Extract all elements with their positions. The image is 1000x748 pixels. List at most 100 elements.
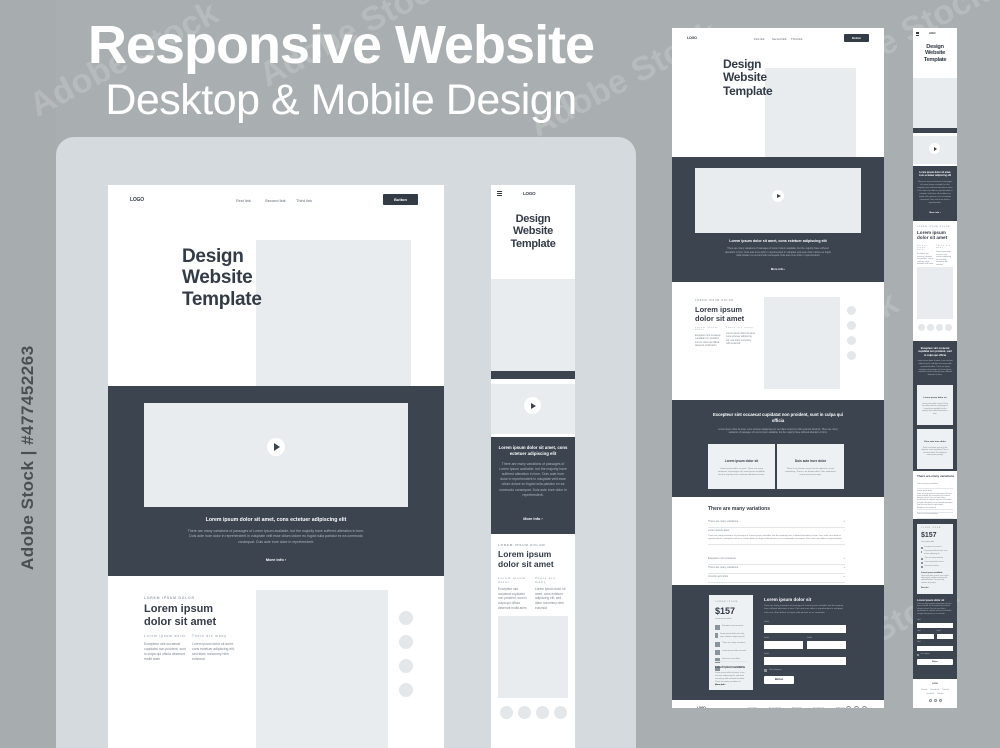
logo[interactable]: LOGO [929, 32, 935, 35]
accordion-item[interactable]: Lorem ipsum dolor − There are many varia… [708, 529, 845, 546]
play-icon [531, 402, 536, 409]
video-more-link[interactable]: More info › [236, 557, 316, 562]
play-button[interactable] [929, 143, 940, 154]
form-field-label: Label [764, 620, 769, 623]
social-icon-3[interactable] [862, 706, 867, 708]
checkbox[interactable] [917, 653, 919, 656]
excepteur-card[interactable]: Lorem ipsum dolor sit Lorem ipsum dolor … [708, 444, 775, 489]
form-submit-button[interactable]: Button [917, 658, 953, 665]
accordion-item[interactable]: Excepteur sint occaecat [917, 507, 953, 513]
feature-dot[interactable] [927, 324, 934, 331]
form-submit-button[interactable]: Button [764, 675, 794, 684]
nav-link-1[interactable]: First link [754, 37, 764, 41]
checkbox[interactable] [764, 668, 767, 672]
nav-link-2[interactable]: Second link [265, 198, 286, 203]
form-input-4[interactable] [764, 656, 846, 665]
pricing-feature-label: Lorem ipsum dolor sit amet [924, 562, 944, 564]
form-checkbox-row[interactable]: Out of options [764, 668, 846, 672]
social-icon-1[interactable] [928, 698, 932, 702]
nav-link-1[interactable]: First link [236, 198, 251, 203]
excepteur-card[interactable]: Duis aute irure dolor There is no known … [777, 444, 844, 489]
excepteur-card-title: Duis aute irure dolor [794, 459, 827, 463]
nav-link-3[interactable]: Third link [296, 198, 312, 203]
footer-link-4[interactable]: Fourth link [813, 707, 824, 708]
form-checkbox-row[interactable]: Out of options [917, 654, 953, 656]
pricing-sub-link[interactable]: More info › [715, 684, 726, 687]
feature-dot[interactable] [936, 324, 943, 331]
feature-dot[interactable] [536, 706, 549, 719]
footer-link-3[interactable]: Third link [792, 707, 802, 708]
form-input-4[interactable] [917, 645, 953, 651]
feature-dot[interactable] [847, 306, 856, 315]
form-input-1[interactable] [764, 624, 846, 633]
footer-link-1[interactable]: First link [921, 689, 927, 691]
accordion-item[interactable]: There are many variations [917, 483, 953, 489]
logo[interactable]: LOGO [130, 197, 144, 203]
feature-dot[interactable] [399, 635, 413, 649]
form-input-2[interactable] [917, 634, 934, 640]
play-button[interactable] [524, 397, 541, 414]
footer-link-1[interactable]: First link [748, 707, 757, 708]
play-button[interactable] [267, 438, 285, 456]
feature-dot[interactable] [399, 611, 413, 625]
accordion-item[interactable]: Ut enim ad minim + [708, 575, 845, 583]
footer-link-5[interactable]: Fifth link [836, 707, 845, 708]
feature-dot[interactable] [399, 659, 413, 673]
feature-dot[interactable] [399, 683, 413, 697]
footer-link-2[interactable]: Second link [769, 707, 781, 708]
hamburger-menu-icon[interactable] [497, 191, 502, 196]
accordion-item[interactable]: There are many variations + [708, 566, 845, 574]
play-button[interactable] [772, 190, 784, 202]
footer-logo[interactable]: LOGO [697, 706, 706, 708]
accordion-item[interactable]: Excepteur sint occaecat + [708, 557, 845, 565]
hamburger-menu-icon[interactable] [916, 32, 919, 36]
feature-dot[interactable] [518, 706, 531, 719]
accordion-item[interactable]: There are many variations [917, 513, 953, 519]
form-input-3[interactable] [936, 634, 953, 640]
footer-logo[interactable]: LOGO [913, 679, 957, 685]
video-more-link[interactable]: More info › [753, 267, 803, 271]
form-input-1[interactable] [917, 623, 953, 629]
feature-dot[interactable] [847, 321, 856, 330]
footer-link-3[interactable]: Third link [942, 689, 949, 691]
feature-col-1-body: Excepteur sint occaecat cupidatat non pr… [144, 642, 186, 661]
accordion-item[interactable]: There are many variations + [708, 520, 845, 528]
hero-image-placeholder [765, 68, 856, 157]
header-button[interactable]: Button [844, 34, 869, 42]
hero-title-line: Website [513, 225, 553, 238]
nav-link-2[interactable]: Second link [772, 37, 786, 41]
feature-dot[interactable] [918, 324, 925, 331]
excepteur-card[interactable]: Duis aute irure dolor There is no known … [917, 429, 953, 469]
feature-col-2: There are many Lorem ipsum dolor sit ame… [535, 576, 568, 610]
header-button[interactable]: Button [383, 194, 418, 205]
accordion-item-sign: + [843, 566, 845, 569]
social-icon-1[interactable] [846, 706, 851, 708]
social-icon-2[interactable] [933, 698, 937, 702]
feature-dot[interactable] [500, 706, 513, 719]
nav-link-3[interactable]: Third link [791, 37, 802, 41]
feature-dot[interactable] [847, 351, 856, 360]
hero-title-line: Template [182, 288, 262, 310]
social-icon-2[interactable] [854, 706, 859, 708]
form-input-2[interactable] [764, 640, 803, 649]
feature-col-2-head: There are many [726, 327, 754, 329]
form-input-3[interactable] [807, 640, 846, 649]
feature-dot[interactable] [945, 324, 952, 331]
excepteur-card[interactable]: Lorem ipsum dolor sit Lorem ipsum dolor … [917, 385, 953, 425]
feature-dot[interactable] [554, 706, 567, 719]
footer-link-4[interactable]: Fourth link [926, 693, 934, 695]
logo[interactable]: LOGO [687, 36, 697, 40]
feature-eyebrow: LOREM IPSUM DOLOR [498, 543, 546, 547]
feature-title: Lorem ipsum dolor sit amet [695, 305, 744, 323]
logo[interactable]: LOGO [523, 191, 536, 196]
feature-dot[interactable] [847, 336, 856, 345]
form-field: Label [807, 637, 846, 649]
social-icon-3[interactable] [938, 698, 942, 702]
footer-link-5[interactable]: Fifth link [937, 693, 943, 695]
feature-col-2-body: Lorem ipsum dolor sit amet, cons ectetue… [192, 642, 235, 661]
pricing-sub-link[interactable]: More info › [921, 588, 929, 590]
accordion-item-label: There are many variations [708, 566, 739, 569]
footer-link-2[interactable]: Second link [930, 689, 939, 691]
video-more-link[interactable]: More info › [498, 517, 568, 521]
video-more-link[interactable]: More info › [917, 212, 953, 214]
